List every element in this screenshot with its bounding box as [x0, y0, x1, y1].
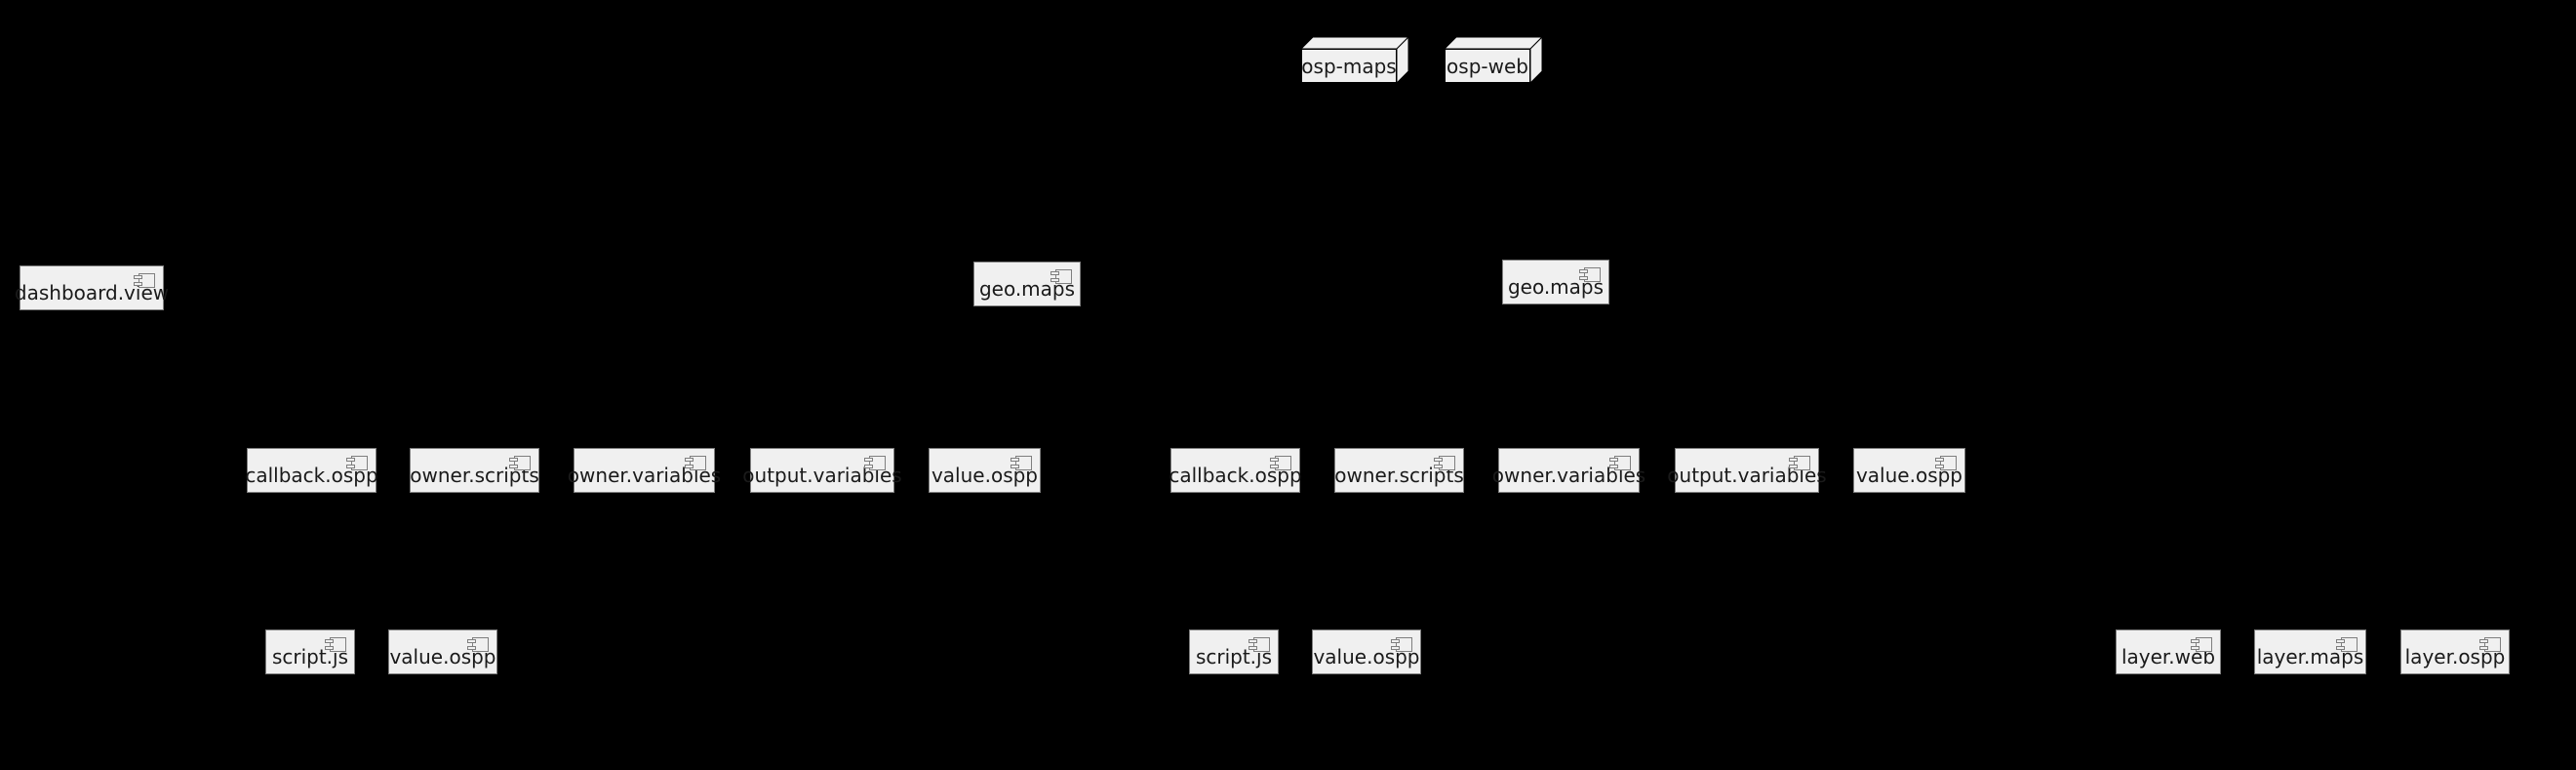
component-value.ospp[interactable]: value.ospp: [1312, 629, 1421, 674]
component-owner.variables[interactable]: owner.variables: [568, 448, 721, 493]
component-icon: [509, 456, 531, 470]
node-front-face: osp-maps: [1301, 49, 1397, 83]
component-owner.scripts[interactable]: owner.scripts: [410, 448, 539, 493]
component-icon: [1789, 456, 1810, 470]
component-geo.maps[interactable]: geo.maps: [973, 262, 1081, 306]
component-script.js[interactable]: script.js: [265, 629, 355, 674]
component-layer.ospp[interactable]: layer.ospp: [2400, 629, 2510, 674]
component-geo.maps[interactable]: geo.maps: [1502, 260, 1609, 304]
component-callback.ospp[interactable]: callback.ospp: [1169, 448, 1302, 493]
component-dashboard.view[interactable]: dashboard.view: [15, 265, 169, 310]
node-osp-web[interactable]: osp-web: [1443, 35, 1544, 85]
component-output.variables[interactable]: output.variables: [1667, 448, 1827, 493]
node-label: osp-maps: [1301, 54, 1397, 78]
component-icon: [346, 456, 368, 470]
diagram-canvas: osp-maps osp-web dashboard.view geo.maps geo…: [0, 0, 2576, 770]
component-output.variables[interactable]: output.variables: [742, 448, 902, 493]
component-icon: [1050, 269, 1072, 284]
component-icon: [134, 273, 155, 288]
node-front-face: osp-web: [1445, 49, 1530, 83]
component-layer.web[interactable]: layer.web: [2116, 629, 2221, 674]
component-icon: [1270, 456, 1291, 470]
component-script.js[interactable]: script.js: [1189, 629, 1279, 674]
component-icon: [1391, 637, 1412, 652]
component-icon: [1935, 456, 1957, 470]
component-owner.variables[interactable]: owner.variables: [1492, 448, 1645, 493]
component-icon: [2479, 637, 2501, 652]
component-icon: [1434, 456, 1455, 470]
component-icon: [467, 637, 489, 652]
component-icon: [1609, 456, 1631, 470]
component-icon: [2191, 637, 2212, 652]
component-icon: [325, 637, 346, 652]
component-icon: [864, 456, 886, 470]
component-layer.maps[interactable]: layer.maps: [2254, 629, 2366, 674]
component-icon: [1579, 267, 1601, 282]
component-icon: [1248, 637, 1270, 652]
node-osp-maps[interactable]: osp-maps: [1299, 35, 1410, 85]
component-value.ospp[interactable]: value.ospp: [388, 629, 497, 674]
component-value.ospp[interactable]: value.ospp: [1853, 448, 1965, 493]
component-value.ospp[interactable]: value.ospp: [929, 448, 1041, 493]
node-label: osp-web: [1447, 54, 1528, 78]
component-icon: [1011, 456, 1032, 470]
component-icon: [2336, 637, 2358, 652]
component-callback.ospp[interactable]: callback.ospp: [245, 448, 378, 493]
component-icon: [685, 456, 706, 470]
component-owner.scripts[interactable]: owner.scripts: [1334, 448, 1464, 493]
